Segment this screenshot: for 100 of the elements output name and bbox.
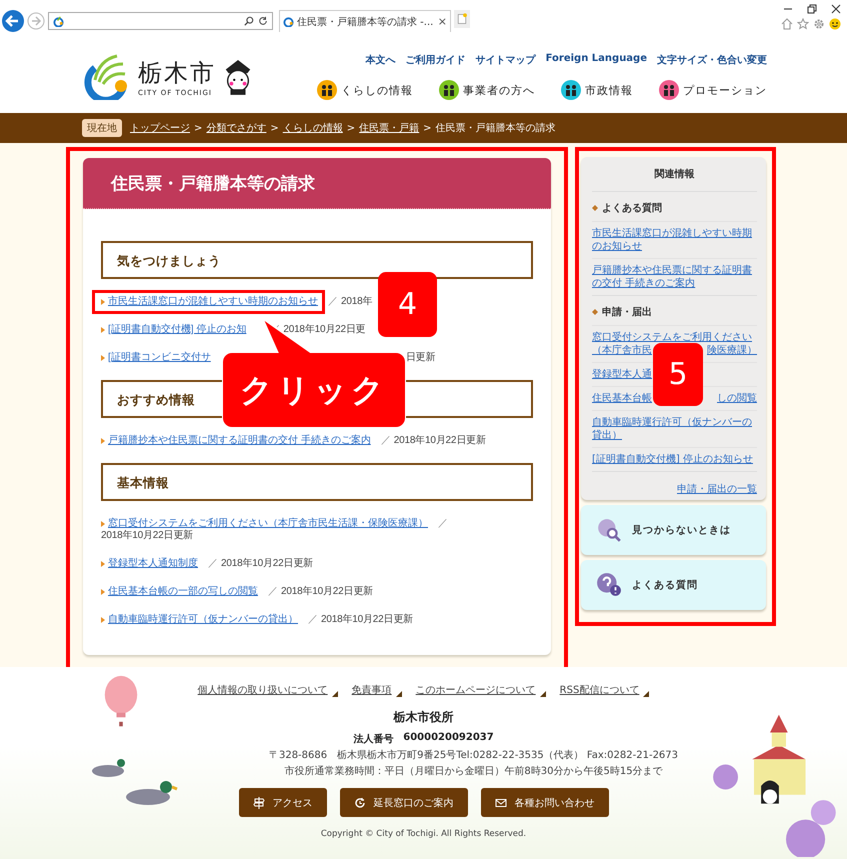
utility-link[interactable]: Foreign Language bbox=[546, 53, 647, 67]
related-link[interactable]: 自動車臨時運行許可（仮ナンバーの貸出） bbox=[592, 416, 757, 442]
new-tab-button[interactable] bbox=[454, 10, 470, 28]
restore-icon[interactable] bbox=[807, 4, 817, 14]
contact-button[interactable]: 各種お問い合わせ bbox=[480, 788, 608, 817]
related-link[interactable]: 窓口受付システムをご利用ください bbox=[592, 331, 752, 344]
refresh-icon[interactable] bbox=[258, 16, 268, 26]
section-heading: 基本情報 bbox=[101, 463, 533, 501]
nav-link[interactable]: 事業者の方へ bbox=[439, 80, 535, 100]
home-icon[interactable] bbox=[781, 18, 793, 30]
date-separator: ／ bbox=[380, 435, 391, 446]
smiley-icon[interactable] bbox=[829, 18, 841, 30]
corner-arrow-icon bbox=[643, 691, 650, 697]
update-date: 2018年10月22日更新 bbox=[321, 614, 413, 626]
update-date: 2018年 bbox=[341, 296, 372, 308]
corner-arrow-icon bbox=[396, 691, 402, 697]
access-button[interactable]: アクセス bbox=[238, 788, 326, 817]
article-link[interactable]: 住民基本台帳の一部の写しの閲覧 bbox=[108, 586, 258, 598]
corner-arrow-icon bbox=[540, 691, 546, 697]
diamond-bullet-icon bbox=[592, 309, 598, 315]
date-separator: ／ bbox=[328, 296, 338, 307]
breadcrumb-separator: > bbox=[346, 122, 356, 134]
nav-link[interactable]: くらしの情報 bbox=[317, 80, 413, 100]
list-link[interactable]: 申請・届出の一覧 bbox=[677, 482, 757, 496]
article-link[interactable]: [証明書コンビニ交付サ bbox=[108, 352, 211, 364]
article-link[interactable]: 市民生活課窓口が混雑しやすい時期のお知らせ bbox=[108, 296, 318, 308]
panel-title: 関連情報 bbox=[592, 163, 757, 192]
breadcrumb-link[interactable]: くらしの情報 bbox=[282, 121, 343, 135]
related-link[interactable]: 登録型本人通 bbox=[592, 368, 652, 381]
article-link[interactable]: 窓口受付システムをご利用ください（本庁舎市民生活課・保険医療課） bbox=[108, 518, 428, 530]
nav-link[interactable]: 市政情報 bbox=[561, 80, 633, 100]
related-link[interactable]: （本庁舎市民 bbox=[592, 344, 652, 357]
help-button[interactable]: 見つからないときは bbox=[581, 505, 766, 555]
bullet-icon bbox=[101, 617, 105, 623]
update-date: 2018年10月22日更新 bbox=[394, 435, 486, 447]
settings-icon[interactable] bbox=[813, 18, 825, 30]
breadcrumb-separator: > bbox=[270, 122, 279, 134]
current-location-badge: 現在地 bbox=[82, 119, 122, 137]
faq-button[interactable]: よくある質問 bbox=[581, 560, 766, 610]
breadcrumb-separator: > bbox=[423, 122, 432, 134]
nav-link[interactable]: プロモーション bbox=[659, 80, 767, 100]
breadcrumb-current: 住民票・戸籍謄本等の請求 bbox=[436, 122, 556, 135]
section-heading: 気をつけましょう bbox=[101, 241, 533, 279]
close-icon[interactable] bbox=[831, 4, 841, 14]
back-button[interactable] bbox=[2, 10, 24, 32]
breadcrumb-separator: > bbox=[194, 122, 202, 134]
footer-link[interactable]: 免責事項 bbox=[352, 683, 392, 697]
tab-title: 住民票・戸籍謄本等の請求 -... bbox=[297, 16, 434, 28]
bullet-icon bbox=[101, 355, 105, 361]
city-name: 栃木市 bbox=[138, 58, 216, 88]
date-separator: ／ bbox=[208, 558, 218, 569]
utility-link[interactable]: 本文へ bbox=[366, 53, 396, 67]
step-number-badge: 4 bbox=[378, 272, 437, 337]
browser-tab[interactable]: 住民票・戸籍謄本等の請求 -... × bbox=[279, 10, 451, 32]
bullet-icon bbox=[101, 521, 105, 527]
business-hours-text: 市役所通常業務時間：平日（月曜日から金曜日）午前8時30分から午後5時15分まで bbox=[283, 764, 664, 778]
article-link[interactable]: 登録型本人通知制度 bbox=[108, 558, 198, 570]
date-separator: ／ bbox=[438, 518, 448, 529]
address-text: 〒328-8686 栃木県栃木市万町9番25号Tel:0282-22-3535（代表） Fax:0282-21-2673 bbox=[268, 748, 680, 762]
update-date: 2018年10月22日更新 bbox=[221, 558, 313, 570]
update-date: 2018年10月22日更新 bbox=[281, 586, 373, 598]
bullet-icon bbox=[101, 299, 105, 305]
office-name: 栃木市役所 bbox=[392, 709, 454, 726]
bullet-icon bbox=[101, 561, 105, 567]
article-link[interactable]: 自動車臨時運行許可（仮ナンバーの貸出） bbox=[108, 614, 298, 626]
site-logo-icon bbox=[53, 16, 64, 26]
bullet-icon bbox=[101, 589, 105, 595]
bullet-icon bbox=[101, 438, 105, 444]
related-link[interactable]: 戸籍謄抄本や住民票に関する証明書の交付 手続きのご案内 bbox=[592, 264, 757, 290]
utility-link[interactable]: 文字サイズ・色合い変更 bbox=[657, 53, 767, 67]
diamond-bullet-icon bbox=[592, 205, 598, 211]
footer-link[interactable]: 個人情報の取り扱いについて bbox=[198, 683, 328, 697]
related-link[interactable]: [証明書自動交付機] 停止のお知らせ bbox=[592, 453, 753, 466]
close-tab-button[interactable]: × bbox=[438, 15, 447, 28]
question-icon bbox=[596, 572, 622, 598]
group-heading: 申請・届出 bbox=[602, 306, 652, 319]
related-link[interactable]: 市民生活課窓口が混雑しやすい時期のお知らせ bbox=[592, 227, 757, 253]
footer-link[interactable]: このホームページについて bbox=[416, 683, 536, 697]
article-link[interactable]: 戸籍謄抄本や住民票に関する証明書の交付 手続きのご案内 bbox=[108, 435, 371, 447]
star-icon[interactable] bbox=[797, 18, 809, 30]
corporate-number: 6000020092037 bbox=[403, 732, 494, 745]
breadcrumb-link[interactable]: 住民票・戸籍 bbox=[359, 121, 420, 135]
group-heading: よくある質問 bbox=[602, 202, 662, 215]
article-link[interactable]: [証明書自動交付機] 停止のお知 bbox=[108, 324, 246, 336]
breadcrumb-link[interactable]: トップページ bbox=[130, 121, 190, 135]
utility-link[interactable]: サイトマップ bbox=[476, 53, 536, 67]
footer-link[interactable]: RSS配信について bbox=[560, 683, 640, 697]
related-link[interactable]: 住民基本台帳 bbox=[592, 392, 652, 405]
date-separator: ／ bbox=[308, 614, 318, 625]
utility-link[interactable]: ご利用ガイド bbox=[406, 53, 466, 67]
related-link[interactable]: しの閲覧 bbox=[717, 392, 757, 405]
search-icon[interactable] bbox=[244, 16, 254, 26]
corner-arrow-icon bbox=[332, 691, 338, 697]
signpost-icon bbox=[252, 796, 264, 808]
search-icon bbox=[596, 517, 622, 543]
corporate-number-label: 法人番号 bbox=[353, 732, 394, 746]
extended-hours-button[interactable]: 延長窓口のご案内 bbox=[340, 788, 468, 817]
related-link[interactable]: 険医療課） bbox=[707, 344, 757, 357]
breadcrumb-link[interactable]: 分類でさがす bbox=[206, 121, 266, 135]
copyright-text: Copyright © City of Tochigi. All Rights Reserved. bbox=[320, 829, 528, 839]
